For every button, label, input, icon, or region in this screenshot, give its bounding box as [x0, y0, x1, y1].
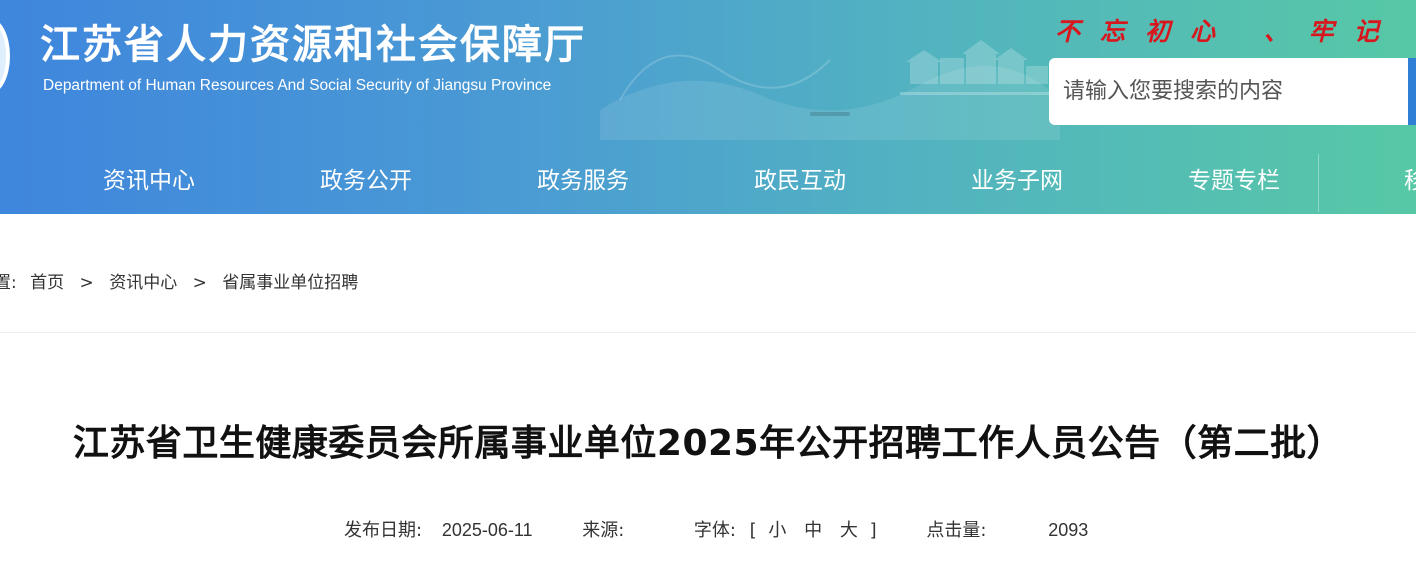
- site-subtitle: Department of Human Resources And Social…: [43, 77, 552, 94]
- publish-date: 2025-06-11: [441, 520, 533, 540]
- breadcrumb: 置: 首页 > 资讯中心 > 省属事业单位招聘: [0, 268, 358, 293]
- article-meta: 发布日期: 2025-06-11 来源: 字体: [ 小 中 大 ] 点击量: …: [344, 516, 1088, 542]
- search-input[interactable]: [1049, 58, 1393, 125]
- landscape-decoration: [600, 40, 1060, 140]
- emblem-logo: [0, 18, 10, 94]
- source-label: 来源:: [582, 520, 625, 541]
- breadcrumb-separator: >: [79, 273, 94, 293]
- breadcrumb-recruitment-link[interactable]: 省属事业单位招聘: [222, 273, 358, 293]
- font-size-small-button[interactable]: 小: [768, 516, 786, 542]
- site-title: 江苏省人力资源和社会保障厅: [40, 22, 586, 68]
- font-size-bracket-open: [: [749, 520, 757, 541]
- nav-item-news-center[interactable]: 资讯中心: [103, 150, 195, 214]
- nav-item-government-affairs-disclosure[interactable]: 政务公开: [320, 150, 412, 214]
- font-size-label: 字体:: [693, 520, 736, 541]
- main-nav: 资讯中心 政务公开 政务服务 政民互动 业务子网 专题专栏 移: [0, 150, 1416, 214]
- nav-item-special-topics[interactable]: 专题专栏: [1188, 150, 1280, 214]
- search-box: [1049, 58, 1408, 125]
- font-size-medium-button[interactable]: 中: [804, 516, 822, 542]
- font-size-bracket-close: ]: [869, 520, 877, 541]
- breadcrumb-separator: >: [192, 273, 207, 293]
- breadcrumb-news-center-link[interactable]: 资讯中心: [109, 273, 177, 293]
- search-button[interactable]: [1408, 58, 1416, 125]
- font-size-large-button[interactable]: 大: [840, 516, 858, 542]
- views-label: 点击量:: [926, 520, 987, 541]
- publish-date-label: 发布日期:: [344, 520, 423, 541]
- nav-item-mobile[interactable]: 移: [1404, 150, 1416, 214]
- nav-item-business-subnet[interactable]: 业务子网: [971, 150, 1063, 214]
- nav-item-government-services[interactable]: 政务服务: [537, 150, 629, 214]
- breadcrumb-home-link[interactable]: 首页: [30, 273, 64, 293]
- views-count: 2093: [1048, 520, 1089, 540]
- divider-line: [0, 332, 1416, 333]
- slogan-text: 不忘初心 、牢记: [1055, 17, 1399, 46]
- site-header: 江苏省人力资源和社会保障厅 Department of Human Resour…: [0, 0, 1416, 214]
- nav-item-public-interaction[interactable]: 政民互动: [754, 150, 846, 214]
- breadcrumb-prefix: 置:: [0, 273, 17, 293]
- article-title: 江苏省卫生健康委员会所属事业单位2025年公开招聘工作人员公告（第二批）: [72, 423, 1344, 464]
